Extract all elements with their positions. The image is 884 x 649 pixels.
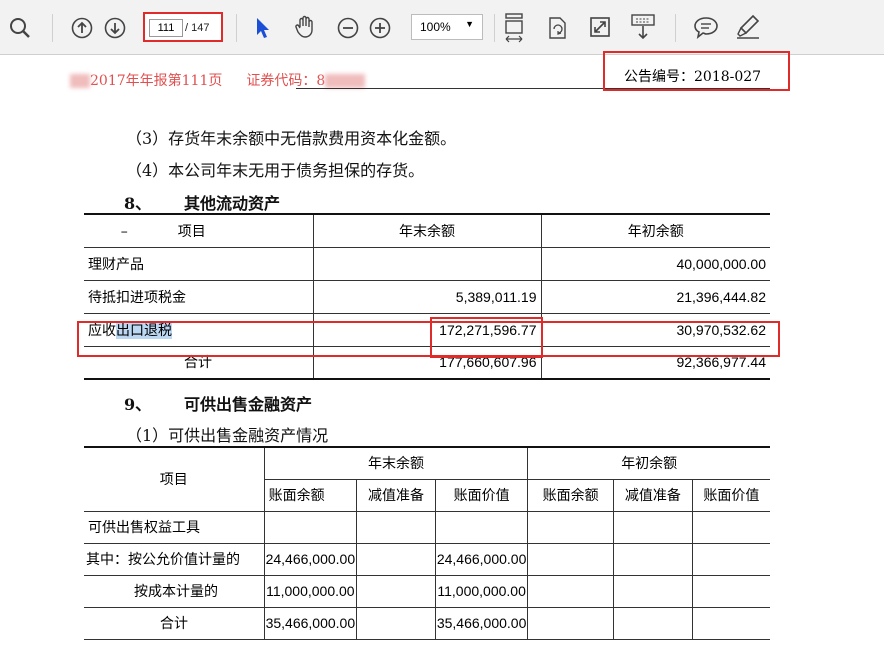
page-header-left: 2017年年报第111页 证券代码：8 [70, 70, 366, 90]
header-group: 年末余额 [263, 447, 528, 480]
header-cell: 减值准备 [356, 479, 436, 512]
row-end-value: 5,389,011.19 [312, 280, 541, 313]
row-value [527, 575, 614, 608]
section-9-title: 可供出售金融资产 [184, 395, 313, 414]
row-item: 按成本计量的 [84, 575, 265, 608]
row-end-value [312, 247, 541, 280]
row-value [527, 511, 614, 544]
row-value [612, 575, 693, 608]
toolbar: 111 / 147 100% ▼ [0, 0, 884, 55]
header-cell: 账面余额 [263, 479, 357, 512]
rotate-icon[interactable] [545, 15, 569, 41]
header-cell: – 项目 [120, 223, 206, 240]
header-group: 年初余额 [527, 447, 770, 480]
header-cell: 账面余额 [527, 479, 614, 512]
select-cursor-icon[interactable] [253, 16, 273, 40]
section-8-title: 其他流动资产 [184, 194, 281, 213]
row-value [356, 543, 436, 576]
row-value [612, 543, 693, 576]
row-item: 待抵扣进项税金 [88, 289, 186, 306]
row-value [691, 607, 770, 640]
paragraph-4: （4）本公司年末无用于债务担保的存货。 [126, 161, 425, 180]
table-row: 其中：按公允价值计量的 24,466,000.00 24,466,000.00 [84, 543, 770, 576]
row-value [691, 575, 770, 608]
report-title: 2017年年报第111页 [90, 73, 223, 89]
header-cell: 账面价值 [691, 479, 770, 512]
row-value [612, 511, 693, 544]
row-value: 35,466,000.00 [434, 607, 528, 640]
stock-code-label: 证券代码：8 [246, 73, 326, 89]
toolbar-separator [494, 14, 495, 42]
row-item: 其中：按公允价值计量的 [84, 543, 265, 576]
afs-financial-assets-table: 项目 年末余额 年初余额 账面余额 减值准备 账面价值 账面余额 减值准备 账面… [84, 446, 770, 640]
row-value [527, 607, 614, 640]
row-value [263, 511, 357, 544]
row-value [691, 511, 770, 544]
row-value [356, 607, 436, 640]
row-value: 11,000,000.00 [434, 575, 528, 608]
chevron-down-icon: ▼ [465, 19, 474, 29]
row-item: 理财产品 [88, 256, 144, 273]
search-icon[interactable] [8, 16, 32, 40]
row-value [691, 543, 770, 576]
row-item: 可供出售权益工具 [84, 511, 265, 544]
row-value [527, 543, 614, 576]
header-cell: 减值准备 [612, 479, 693, 512]
zoom-out-icon[interactable] [336, 16, 360, 40]
highlight-box-notice [603, 51, 790, 91]
zoom-select[interactable]: 100% ▼ [411, 14, 483, 40]
row-value [434, 511, 528, 544]
page-current-input[interactable]: 111 [149, 19, 183, 37]
arrow-up-icon[interactable] [70, 16, 94, 40]
table-row: 待抵扣进项税金 5,389,011.19 21,396,444.82 [84, 280, 770, 313]
paragraph-3: （3）存货年末余额中无借款费用资本化金额。 [126, 129, 457, 148]
section-8-number: 8、 [124, 194, 152, 213]
header-cell: 账面价值 [434, 479, 528, 512]
toolbar-separator [52, 14, 53, 42]
document-page: 2017年年报第111页 证券代码：8 公告编号：2018-027 （3）存货年末… [0, 51, 884, 649]
header-cell: 年末余额 [312, 214, 541, 247]
table-row: 按成本计量的 11,000,000.00 11,000,000.00 [84, 575, 770, 608]
highlight-box-cell [430, 317, 543, 358]
section-9-number: 9、 [124, 395, 152, 414]
comment-icon[interactable] [693, 15, 719, 39]
row-value: 35,466,000.00 [263, 607, 357, 640]
row-begin-value: 40,000,000.00 [540, 247, 770, 280]
row-value [356, 511, 436, 544]
row-begin-value: 21,396,444.82 [540, 280, 770, 313]
highlight-box-row [77, 321, 780, 357]
row-value [356, 575, 436, 608]
row-item: 合计 [84, 607, 265, 640]
zoom-in-icon[interactable] [368, 16, 392, 40]
arrow-down-icon[interactable] [103, 16, 127, 40]
fit-page-icon[interactable] [503, 13, 525, 43]
highlighter-icon[interactable] [735, 14, 761, 40]
table-header-row: 项目 年末余额 年初余额 [84, 447, 770, 512]
table-row: 理财产品 40,000,000.00 [84, 247, 770, 280]
redacted-text [70, 74, 90, 88]
page-total: / 147 [185, 22, 210, 34]
fullscreen-icon[interactable] [588, 15, 612, 39]
header-cell: 项目 [84, 447, 265, 512]
row-value: 24,466,000.00 [434, 543, 528, 576]
row-value: 11,000,000.00 [263, 575, 357, 608]
table-row: 可供出售权益工具 [84, 511, 770, 544]
table-header-row: – 项目 年末余额 年初余额 [84, 214, 770, 247]
page-number-box: 111 / 147 [143, 12, 223, 42]
header-cell: 年初余额 [540, 214, 770, 247]
redacted-text [325, 74, 366, 88]
zoom-value: 100% [420, 20, 451, 34]
toolbar-separator [236, 14, 237, 42]
table-row: 合计 35,466,000.00 35,466,000.00 [84, 607, 770, 640]
row-value: 24,466,000.00 [263, 543, 357, 576]
hand-icon[interactable] [292, 14, 318, 40]
section-9-subtitle: （1）可供出售金融资产情况 [126, 426, 329, 445]
read-mode-icon[interactable] [630, 13, 656, 41]
row-value [612, 607, 693, 640]
toolbar-separator [675, 14, 676, 42]
